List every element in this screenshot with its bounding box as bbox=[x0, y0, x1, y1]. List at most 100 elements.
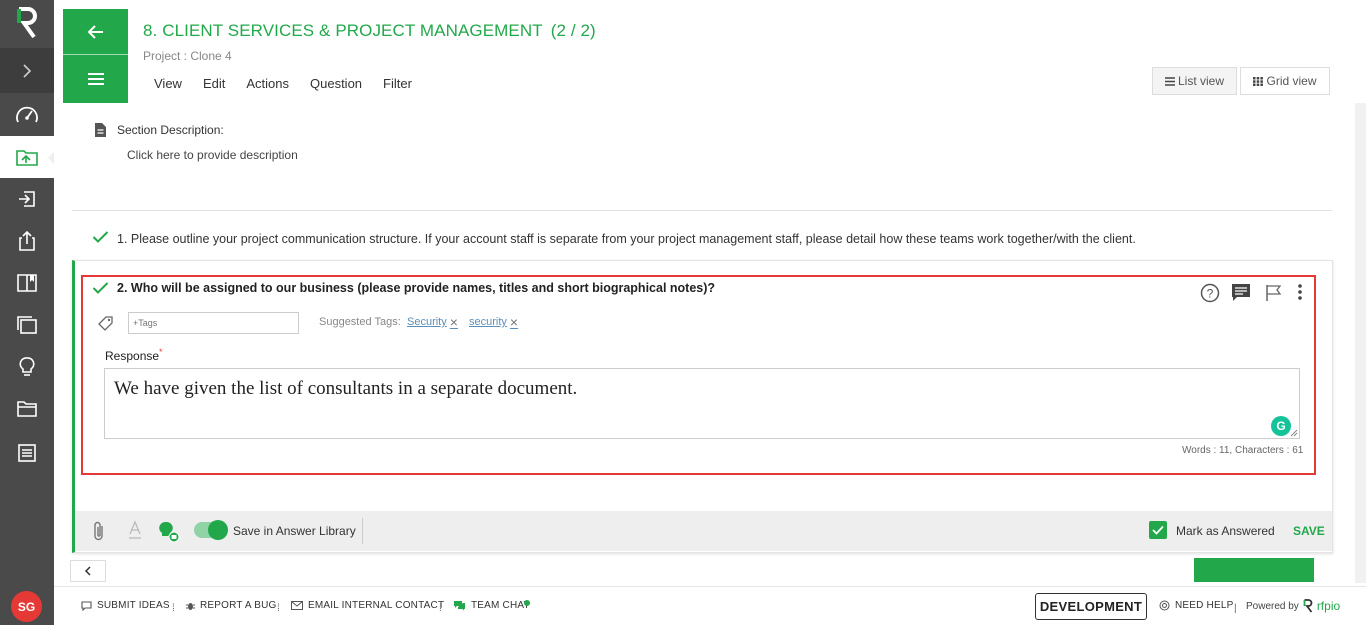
powered-by: Powered by rfpio bbox=[1246, 599, 1340, 613]
lightbulb-icon bbox=[19, 357, 35, 376]
email-contact-label: EMAIL INTERNAL CONTACT bbox=[308, 600, 445, 611]
email-icon bbox=[291, 601, 303, 610]
header-actions-block bbox=[63, 9, 128, 103]
previous-section-button[interactable] bbox=[70, 560, 106, 582]
menu-filter[interactable]: Filter bbox=[383, 76, 412, 91]
export-icon bbox=[19, 230, 35, 251]
svg-text:?: ? bbox=[1207, 287, 1214, 301]
list-view-label: List view bbox=[1177, 74, 1224, 88]
brand-name: rfpio bbox=[1316, 599, 1341, 613]
section-description-label: Section Description: bbox=[117, 123, 224, 137]
word-count: Words : 11, Characters : 61 bbox=[1182, 445, 1304, 456]
sidebar-item-dashboard[interactable] bbox=[0, 94, 54, 136]
separator-dot: ⁞ bbox=[277, 603, 280, 614]
flag-icon[interactable] bbox=[1264, 283, 1284, 303]
checkmark-icon bbox=[92, 231, 109, 243]
dashboard-icon bbox=[16, 106, 38, 123]
response-text[interactable]: We have given the list of consultants in… bbox=[114, 378, 577, 400]
footer-separator bbox=[362, 518, 363, 544]
ideas-message-icon bbox=[81, 600, 92, 611]
back-button[interactable] bbox=[63, 9, 128, 55]
sidebar-item-folders[interactable] bbox=[0, 388, 54, 430]
sidebar-item-reports[interactable] bbox=[0, 432, 54, 474]
sidebar-item-library[interactable] bbox=[0, 262, 54, 304]
bulb-save-icon[interactable] bbox=[158, 520, 180, 544]
documents-icon bbox=[17, 316, 37, 334]
hamburger-menu-button[interactable] bbox=[63, 55, 128, 103]
section-description-placeholder[interactable]: Click here to provide description bbox=[127, 148, 298, 162]
vertical-scrollbar[interactable] bbox=[1355, 103, 1366, 583]
sidebar-item-ideas[interactable] bbox=[0, 346, 54, 388]
tags-input[interactable] bbox=[128, 312, 299, 334]
help-icon[interactable]: ? bbox=[1200, 283, 1220, 303]
question-1-text[interactable]: 1. Please outline your project communica… bbox=[117, 232, 1136, 246]
save-library-toggle[interactable] bbox=[194, 520, 228, 540]
projects-icon bbox=[16, 150, 38, 166]
submit-ideas-link[interactable]: SUBMIT IDEAS bbox=[81, 600, 170, 611]
check-icon bbox=[1152, 525, 1164, 535]
grid-view-label: Grid view bbox=[1266, 74, 1317, 88]
arrow-left-icon bbox=[87, 24, 103, 39]
need-help-link[interactable]: NEED HELP bbox=[1159, 600, 1234, 611]
library-icon bbox=[17, 274, 37, 292]
question-count: (2 / 2) bbox=[550, 21, 596, 40]
rfpio-logo-icon bbox=[17, 7, 37, 39]
menu-actions[interactable]: Actions bbox=[246, 76, 289, 91]
list-view-button[interactable]: List view bbox=[1152, 67, 1237, 95]
resize-handle-icon[interactable] bbox=[1290, 429, 1298, 437]
environment-badge: DEVELOPMENT bbox=[1035, 593, 1147, 620]
complete-section-button[interactable] bbox=[1194, 558, 1314, 582]
more-options-icon[interactable] bbox=[1294, 283, 1306, 303]
grammarly-icon[interactable]: G bbox=[1271, 416, 1291, 436]
save-button[interactable]: SAVE bbox=[1293, 524, 1325, 538]
sidebar-item-documents[interactable] bbox=[0, 304, 54, 346]
suggested-tag-security-lower[interactable]: security × bbox=[469, 315, 518, 329]
page-title: 8. CLIENT SERVICES & PROJECT MANAGEMENT (… bbox=[143, 21, 596, 41]
team-chat-label: TEAM CHAT bbox=[471, 600, 530, 611]
comment-icon[interactable] bbox=[1231, 283, 1251, 303]
report-bug-link[interactable]: REPORT A BUG bbox=[186, 600, 277, 611]
mark-answered-checkbox[interactable] bbox=[1149, 521, 1167, 539]
menu-view[interactable]: View bbox=[154, 76, 182, 91]
suggested-tag-security[interactable]: Security × bbox=[407, 315, 458, 329]
chevron-right-icon bbox=[23, 63, 32, 78]
mark-answered-label: Mark as Answered bbox=[1176, 524, 1275, 538]
submit-ideas-label: SUBMIT IDEAS bbox=[97, 600, 170, 611]
sidebar-item-projects[interactable] bbox=[0, 136, 54, 178]
menu-question[interactable]: Question bbox=[310, 76, 362, 91]
tag-icon bbox=[98, 316, 113, 331]
response-label: Response* bbox=[105, 347, 163, 363]
sidebar-item-export[interactable] bbox=[0, 220, 54, 262]
menu-bar: View Edit Actions Question Filter bbox=[154, 76, 412, 91]
question-2-text: 2. Who will be assigned to our business … bbox=[117, 281, 716, 295]
separator-dot: ⁞ bbox=[439, 603, 442, 614]
need-help-label: NEED HELP bbox=[1175, 600, 1234, 611]
chat-icon bbox=[454, 601, 465, 611]
import-icon bbox=[19, 191, 35, 207]
sidebar-item-import[interactable] bbox=[0, 178, 54, 220]
response-editor[interactable]: We have given the list of consultants in… bbox=[104, 368, 1300, 439]
toggle-knob bbox=[208, 520, 228, 540]
team-chat-link[interactable]: TEAM CHAT bbox=[453, 600, 530, 611]
folder-icon bbox=[17, 401, 37, 417]
rfpio-brand-icon bbox=[1303, 599, 1313, 613]
reports-icon bbox=[18, 444, 36, 462]
remove-tag-icon[interactable]: × bbox=[510, 315, 518, 329]
bug-icon bbox=[186, 602, 195, 610]
attachment-icon[interactable] bbox=[92, 520, 106, 542]
list-icon bbox=[1164, 76, 1175, 86]
user-avatar[interactable]: SG bbox=[11, 591, 42, 622]
app-logo[interactable] bbox=[0, 0, 54, 48]
expand-sidebar-button[interactable] bbox=[0, 48, 54, 93]
app-root: SG 8. CLIENT SERVICES & PROJECT MANAGEME… bbox=[0, 0, 1366, 625]
required-mark: * bbox=[159, 347, 163, 357]
menu-edit[interactable]: Edit bbox=[203, 76, 225, 91]
remove-tag-icon[interactable]: × bbox=[450, 315, 458, 329]
save-library-label: Save in Answer Library bbox=[233, 524, 356, 538]
response-label-text: Response bbox=[105, 349, 160, 363]
email-contact-link[interactable]: EMAIL INTERNAL CONTACT bbox=[291, 600, 444, 611]
hamburger-icon bbox=[87, 73, 104, 85]
text-format-icon[interactable] bbox=[128, 520, 142, 540]
grid-view-button[interactable]: Grid view bbox=[1240, 67, 1330, 95]
online-status-dot bbox=[524, 600, 530, 606]
